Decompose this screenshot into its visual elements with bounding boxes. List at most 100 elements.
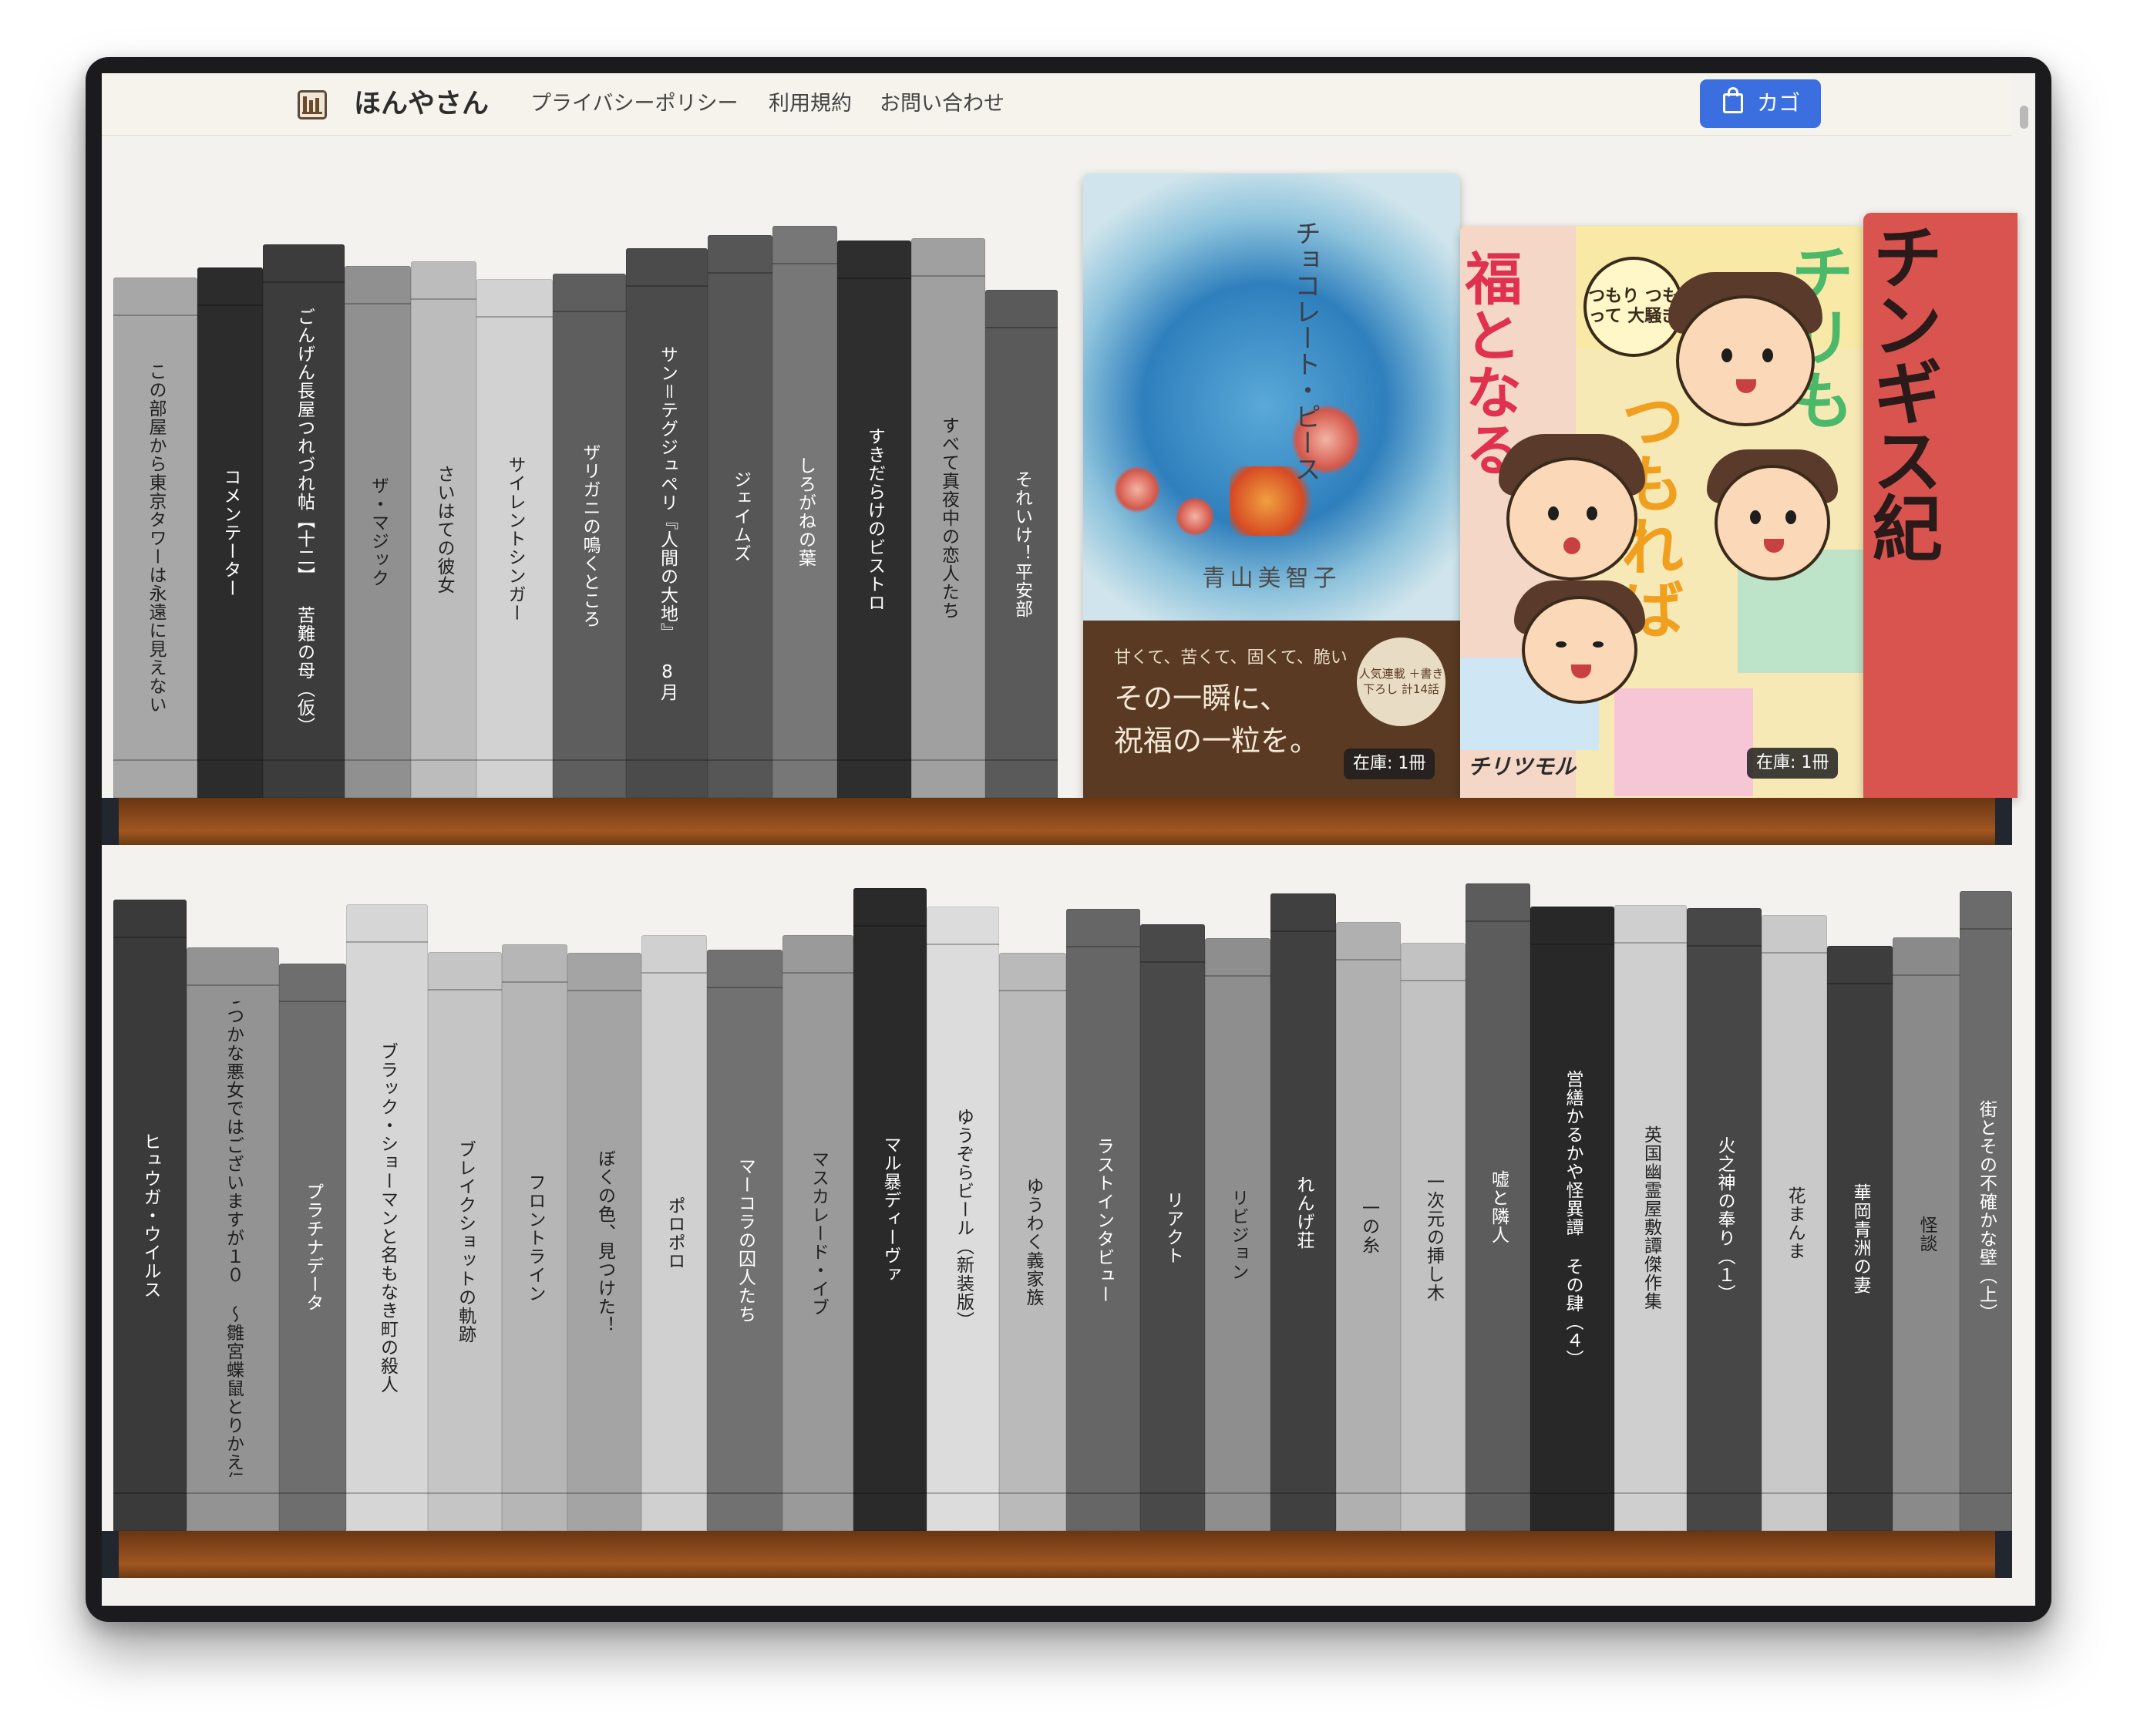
book-spine-title: ぼくの色、見つけた！ — [594, 1149, 615, 1334]
book-spine[interactable]: ヒュウガ・ウイルス — [113, 900, 187, 1531]
book-spine-title: 華岡青洲の妻 — [1850, 1183, 1870, 1294]
book-spine-title: 怪談 — [1917, 1216, 1937, 1253]
character-face — [1676, 295, 1815, 426]
nav-link-privacy[interactable]: プライバシーポリシー — [530, 90, 738, 118]
book-spine[interactable]: この部屋から東京タワーは永遠に見えない — [113, 278, 197, 798]
bookshelf-logo-icon[interactable] — [298, 90, 327, 119]
site-brand[interactable]: ほんやさん — [354, 86, 489, 123]
book-spine-title: ごんげん長屋つれづれ帖【十二】 苦難の母（仮） — [294, 307, 315, 735]
book-spine[interactable]: すべて真夜中の恋人たち — [911, 238, 985, 798]
book-spine[interactable]: ザ・マジック — [345, 266, 411, 798]
book-spine-title: ザ・マジック — [368, 476, 389, 587]
book-spine[interactable]: ゆうぞらビール（新装版） — [927, 907, 999, 1531]
book-spine-title: ブラック・ショーマンと名もなき町の殺人 — [377, 1041, 398, 1394]
book-spine-title: 営繕かるかや怪異譚 その肆（４） — [1563, 1069, 1583, 1368]
book-spine[interactable]: 英国幽霊屋敷譚傑作集 — [1614, 905, 1687, 1531]
book-cover-chingisu-ki[interactable]: チンギス紀 — [1863, 213, 2018, 798]
book-spine-title: 嘘と隣人 — [1488, 1170, 1509, 1244]
book-spine-title: さいはての彼女 — [434, 465, 454, 594]
book-spine-title: コメンテーター — [220, 468, 241, 597]
book-spine[interactable]: フロントライン — [502, 944, 567, 1531]
nav-link-terms[interactable]: 利用規約 — [769, 90, 852, 118]
book-spine-title: ラストインタビュー — [1093, 1136, 1114, 1304]
book-spine[interactable]: 一の糸 — [1336, 922, 1401, 1531]
book-spine[interactable]: 嘘と隣人 — [1466, 883, 1530, 1531]
book-spine[interactable]: サン＝テグジュペリ『人間の大地』 8月 — [626, 248, 708, 798]
book-spine-title: ゆうわく義家族 — [1023, 1177, 1043, 1307]
cover-copy-line-1: その一瞬に、 — [1114, 681, 1289, 715]
book-spine-title: サイレントシンガー — [505, 455, 525, 622]
stock-badge: 在庫: 1冊 — [1747, 748, 1839, 779]
cover-art — [1083, 173, 1460, 621]
book-spine[interactable]: マル暴ディーヴァ — [853, 888, 927, 1531]
book-spine[interactable]: 華岡青洲の妻 — [1827, 946, 1893, 1531]
book-spine-title: この部屋から東京タワーは永遠に見えない — [146, 362, 166, 714]
character-face — [1506, 457, 1637, 580]
character-face — [1522, 596, 1637, 704]
book-spine[interactable]: ゆうわく義家族 — [999, 953, 1066, 1531]
cover-publisher-mark: チリツモル — [1468, 754, 1577, 779]
book-spine-title: フロントライン — [525, 1172, 545, 1303]
book-spine[interactable]: リアクト — [1140, 924, 1205, 1531]
cover-speech-bubble: つもり つもって 大騒ぎ — [1583, 257, 1684, 357]
book-spine[interactable]: 花まんま — [1762, 915, 1827, 1531]
book-spine[interactable]: すきだらけのビストロ — [837, 241, 911, 798]
book-spine-title: それいけ！平安部 — [1011, 469, 1032, 618]
book-spine-title: リビジョン — [1228, 1188, 1248, 1281]
book-spine[interactable]: ラストインタビュー — [1066, 909, 1140, 1531]
cover-title-part-1: 福となる — [1460, 249, 1522, 477]
book-spine[interactable]: 一次元の挿し木 — [1401, 943, 1466, 1531]
book-spine[interactable]: 営繕かるかや怪異譚 その肆（４） — [1530, 907, 1614, 1531]
shelf-plank-2 — [102, 1531, 2012, 1578]
cart-button[interactable]: カゴ — [1700, 79, 1821, 128]
cover-badge: 人気連載 ＋書き下ろし 計14話 — [1357, 638, 1445, 726]
book-spine[interactable]: ブラック・ショーマンと名もなき町の殺人 — [346, 904, 428, 1531]
cover-tagline: 甘くて、苦くて、固くて、脆い — [1114, 648, 1348, 668]
book-spine-title: マスカレード・イブ — [808, 1149, 829, 1317]
book-spine[interactable]: ごんげん長屋つれづれ帖【十二】 苦難の母（仮） — [263, 244, 345, 798]
book-spine[interactable]: それいけ！平安部 — [985, 290, 1058, 798]
book-spine-title: サン＝テグジュペリ『人間の大地』 8月 — [657, 345, 678, 701]
book-spine[interactable]: れんげ荘 — [1270, 893, 1336, 1531]
book-spine-title: プラチナデータ — [303, 1183, 323, 1312]
book-spine[interactable]: ふつつかな悪女ではございますが１０ 〜雛宮蝶鼠とりかえ伝〜 — [187, 947, 279, 1531]
book-spine-title: ブレイクショットの軌跡 — [455, 1139, 476, 1344]
cover-author: 青山美智子 — [1202, 565, 1341, 592]
book-spine-title: れんげ荘 — [1294, 1175, 1314, 1250]
book-spine-title: 火之神の奉り（１） — [1715, 1136, 1735, 1303]
scrollbar-thumb[interactable] — [2020, 106, 2028, 129]
book-spine[interactable]: リビジョン — [1205, 938, 1270, 1531]
device-frame: ほんやさん プライバシーポリシー 利用規約 お問い合わせ カゴ この部屋から東京… — [86, 57, 2051, 1622]
book-spine-title: ポロポロ — [665, 1196, 685, 1270]
book-spine-title: ジェイムズ — [730, 470, 751, 563]
book-spine[interactable]: ぼくの色、見つけた！ — [567, 953, 641, 1531]
book-spine-title: ふつつかな悪女ではございますが１０ 〜雛宮蝶鼠とりかえ伝〜 — [223, 1001, 244, 1477]
book-spine-title: ザリガニの鳴くところ — [580, 443, 600, 628]
book-spine-title: 一の糸 — [1358, 1199, 1379, 1254]
book-spine[interactable]: サイレントシンガー — [476, 279, 553, 798]
book-spine[interactable]: 街とその不確かな壁（上） — [1960, 891, 2012, 1531]
book-spine[interactable]: さいはての彼女 — [411, 261, 476, 798]
book-spine[interactable]: コメンテーター — [197, 267, 263, 798]
nav-link-contact[interactable]: お問い合わせ — [880, 90, 1005, 118]
book-spine-title: 一次元の挿し木 — [1423, 1172, 1444, 1302]
browser-viewport: ほんやさん プライバシーポリシー 利用規約 お問い合わせ カゴ この部屋から東京… — [102, 73, 2035, 1606]
book-spine[interactable]: マスカレード・イブ — [782, 935, 853, 1531]
book-spine[interactable]: ジェイムズ — [708, 235, 772, 798]
book-spine[interactable]: ブレイクショットの軌跡 — [428, 952, 502, 1531]
book-spine-title: 花まんま — [1785, 1186, 1805, 1260]
book-spine[interactable]: 怪談 — [1893, 937, 1960, 1531]
book-spine-title: しろがねの葉 — [795, 456, 816, 567]
book-cover-chiri-mo-tsumoreba[interactable]: 福となる チリも つもれば つもり つもって 大騒ぎ チリツモル 在庫: 1冊 — [1460, 226, 1863, 798]
book-spine-title: ゆうぞらビール（新装版） — [953, 1108, 974, 1330]
book-spine[interactable]: しろがねの葉 — [772, 226, 837, 798]
book-spine[interactable]: マーコラの囚人たち — [707, 950, 782, 1531]
book-spine[interactable]: ポロポロ — [641, 935, 707, 1531]
stock-badge: 在庫: 1冊 — [1344, 749, 1435, 779]
book-spine[interactable]: プラチナデータ — [279, 964, 346, 1531]
book-spine[interactable]: 火之神の奉り（１） — [1687, 908, 1762, 1531]
character-face — [1715, 465, 1830, 580]
book-cover-chocolate-piece[interactable]: チョコレート・ピース 青山美智子 甘くて、苦くて、固くて、脆い その一瞬に、 祝… — [1083, 173, 1460, 798]
book-spine-title: 街とその不確かな壁（上） — [1976, 1100, 1997, 1322]
book-spine[interactable]: ザリガニの鳴くところ — [553, 274, 626, 798]
